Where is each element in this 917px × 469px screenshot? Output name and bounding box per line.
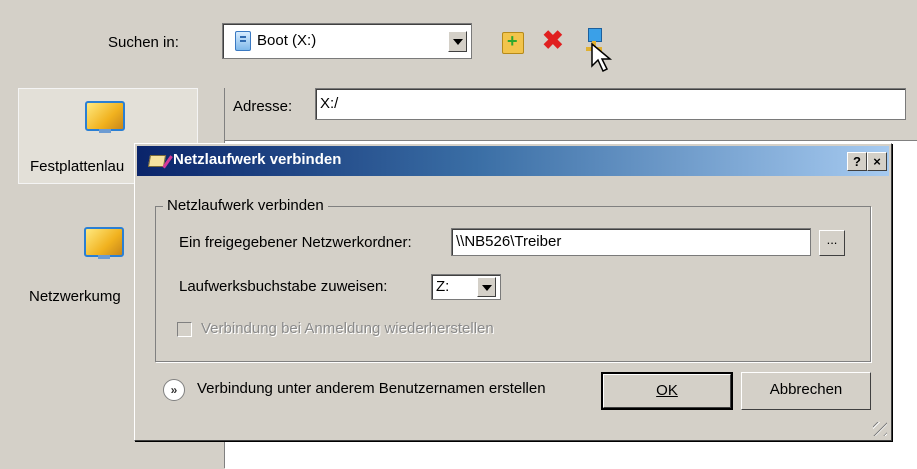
expand-chevron-icon[interactable]: » xyxy=(163,379,185,401)
delete-icon[interactable]: ✖ xyxy=(542,27,564,53)
drive-letter-dropdown[interactable]: Z: xyxy=(431,274,501,300)
mouse-cursor-icon xyxy=(591,42,613,73)
title-bar[interactable]: Netzlaufwerk verbinden ? × xyxy=(137,146,889,176)
place-network-label: Netzwerkumg xyxy=(29,288,121,305)
address-label: Adresse: xyxy=(233,98,293,115)
reconnect-label: Verbindung bei Anmeldung wiederherstelle… xyxy=(201,320,494,337)
computer-icon xyxy=(85,101,125,133)
search-in-label: Suchen in: xyxy=(108,34,179,51)
dialog-title: Netzlaufwerk verbinden xyxy=(173,151,342,168)
address-input[interactable]: X:/ xyxy=(315,88,906,120)
ok-button[interactable]: OK xyxy=(601,372,733,410)
drive-letter-value: Z: xyxy=(436,278,450,295)
shared-folder-value: \\NB526\Treiber xyxy=(456,233,562,250)
cancel-button[interactable]: Abbrechen xyxy=(741,372,871,410)
search-in-dropdown[interactable]: Boot (X:) xyxy=(222,23,472,59)
address-value: X:/ xyxy=(320,95,339,112)
new-folder-icon[interactable] xyxy=(502,31,524,54)
drive-letter-label: Laufwerksbuchstabe zuweisen: xyxy=(179,278,388,295)
ok-button-label: OK xyxy=(656,382,678,399)
reconnect-checkbox[interactable] xyxy=(177,322,192,337)
drive-icon xyxy=(235,31,251,51)
resize-grip-icon[interactable] xyxy=(873,422,887,436)
browse-button[interactable]: ... xyxy=(819,230,845,256)
shared-folder-label: Ein freigegebener Netzwerkordner: xyxy=(179,234,412,251)
network-icon[interactable] xyxy=(84,227,124,259)
network-drive-icon xyxy=(147,149,173,170)
search-in-value: Boot (X:) xyxy=(257,32,317,49)
cancel-button-label: Abbrechen xyxy=(769,381,843,398)
chevron-down-icon[interactable] xyxy=(477,277,496,297)
chevron-down-icon[interactable] xyxy=(448,31,467,52)
other-user-label[interactable]: Verbindung unter anderem Benutzernamen e… xyxy=(197,380,546,397)
shared-folder-input[interactable]: \\NB526\Treiber xyxy=(451,228,811,256)
place-hard-drives-label: Festplattenlau xyxy=(30,158,125,175)
group-title: Netzlaufwerk verbinden xyxy=(163,197,328,214)
help-button[interactable]: ? xyxy=(847,152,867,171)
close-button[interactable]: × xyxy=(867,152,887,171)
map-network-drive-dialog: Netzlaufwerk verbinden ? × Netzlaufwerk … xyxy=(134,143,892,441)
